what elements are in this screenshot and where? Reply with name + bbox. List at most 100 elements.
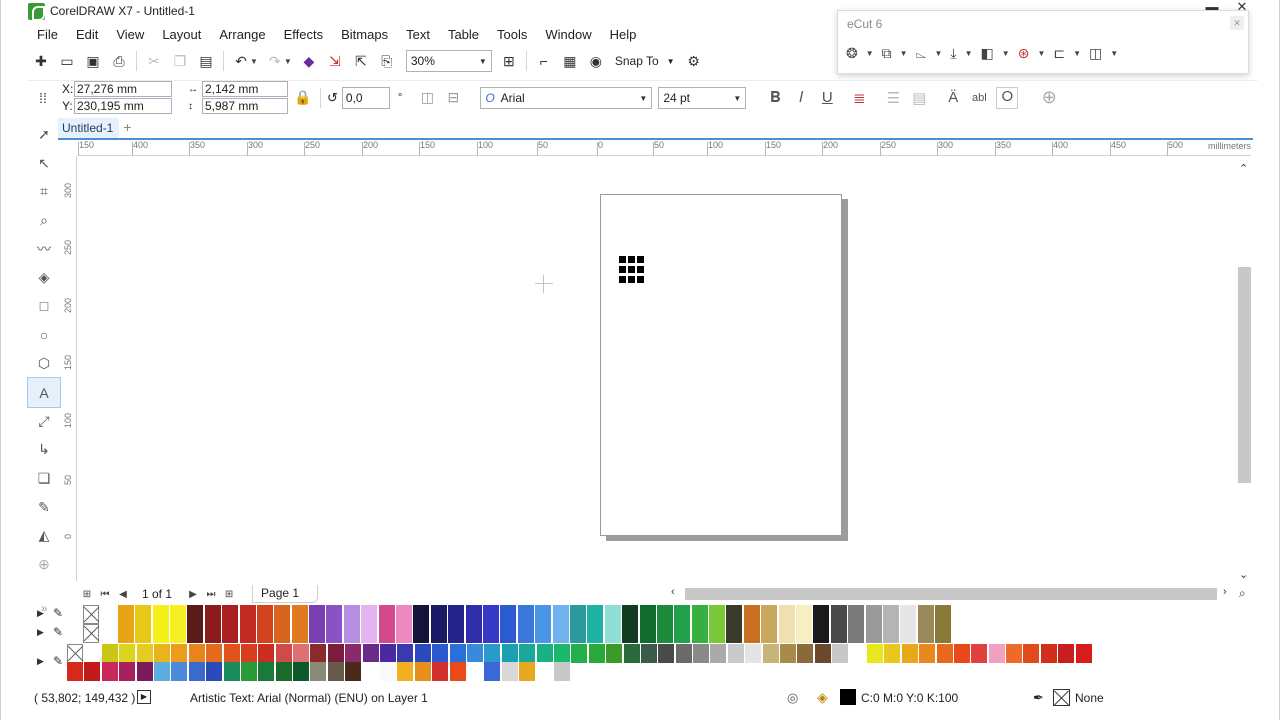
color-swatch[interactable] <box>484 662 501 681</box>
color-swatch[interactable] <box>1058 644 1075 663</box>
color-swatch[interactable] <box>239 605 256 624</box>
eyedropper-tool-icon[interactable]: ✎ <box>28 493 60 522</box>
color-swatch[interactable] <box>640 644 657 663</box>
color-swatch[interactable] <box>848 624 865 643</box>
color-swatch[interactable] <box>188 662 205 681</box>
color-swatch[interactable] <box>813 605 830 624</box>
options-icon[interactable]: ⚙ <box>681 49 707 73</box>
color-swatch[interactable] <box>309 624 326 643</box>
color-swatch[interactable] <box>100 605 117 624</box>
color-swatch[interactable] <box>780 644 797 663</box>
cut-icon[interactable]: ✂ <box>141 49 167 73</box>
color-swatch[interactable] <box>169 624 186 643</box>
color-swatch[interactable] <box>622 624 639 643</box>
opentype-features-icon[interactable]: O <box>996 86 1019 109</box>
no-color-swatch[interactable] <box>83 624 99 643</box>
color-swatch[interactable] <box>535 624 552 643</box>
color-swatch[interactable] <box>153 644 170 663</box>
color-swatch[interactable] <box>726 605 743 624</box>
color-swatch[interactable] <box>465 624 482 643</box>
color-swatch[interactable] <box>971 644 988 663</box>
color-swatch[interactable] <box>413 624 430 643</box>
color-swatch[interactable] <box>222 624 239 643</box>
color-swatch[interactable] <box>206 662 223 681</box>
color-swatch[interactable] <box>430 624 447 643</box>
snap-to-button[interactable]: Snap To ▼ <box>609 54 681 68</box>
color-swatch[interactable] <box>432 644 449 663</box>
show-guidelines-icon[interactable]: ◉ <box>583 49 609 73</box>
color-swatch[interactable] <box>604 624 621 643</box>
color-swatch[interactable] <box>936 644 953 663</box>
play-icon[interactable]: ▶ <box>137 690 151 704</box>
color-swatch[interactable] <box>917 624 934 643</box>
color-swatch[interactable] <box>380 662 397 681</box>
color-swatch[interactable] <box>674 605 691 624</box>
redo-dropdown-icon[interactable]: ▼ <box>284 57 292 66</box>
color-swatch[interactable] <box>762 644 779 663</box>
color-swatch[interactable] <box>256 605 273 624</box>
color-swatch[interactable] <box>675 644 692 663</box>
add-tab-icon[interactable]: + <box>123 118 139 138</box>
color-swatch[interactable] <box>832 644 849 663</box>
color-swatch[interactable] <box>67 662 83 681</box>
add-icon[interactable]: ⊕ <box>1036 87 1062 108</box>
color-swatch[interactable] <box>171 644 188 663</box>
color-swatch[interactable] <box>569 624 586 643</box>
add-page-before-icon[interactable]: ⊞ <box>78 589 96 600</box>
color-swatch[interactable] <box>745 644 762 663</box>
color-swatch[interactable] <box>1023 644 1040 663</box>
color-swatch[interactable] <box>901 644 918 663</box>
color-swatch[interactable] <box>223 662 240 681</box>
menu-effects[interactable]: Effects <box>275 25 333 45</box>
scroll-right-icon[interactable]: › <box>1223 586 1227 598</box>
color-swatch[interactable] <box>223 644 240 663</box>
color-swatch[interactable] <box>326 624 343 643</box>
ecut-tool-2[interactable]: ⧉ ▼ <box>882 45 908 62</box>
color-swatch[interactable] <box>658 644 675 663</box>
menu-table[interactable]: Table <box>439 25 488 45</box>
color-swatch[interactable] <box>449 662 466 681</box>
ecut-tool-4[interactable]: ⤓ ▼ <box>950 45 972 62</box>
ecut-tool-7[interactable]: ⊏ ▼ <box>1053 45 1081 62</box>
color-swatch[interactable] <box>500 624 517 643</box>
color-swatch[interactable] <box>309 605 326 624</box>
color-swatch[interactable] <box>935 624 952 643</box>
color-swatch[interactable] <box>604 605 621 624</box>
fill-color-swatch[interactable] <box>840 689 856 705</box>
ecut-tool-8[interactable]: ◫ ▼ <box>1089 45 1118 62</box>
color-swatch[interactable] <box>501 662 518 681</box>
connector-tool-icon[interactable]: ↳ <box>28 436 60 465</box>
color-swatch[interactable] <box>882 605 899 624</box>
color-swatch[interactable] <box>345 662 362 681</box>
ecut-tool-5[interactable]: ◧ ▼ <box>981 45 1010 62</box>
parallel-dimension-tool-icon[interactable]: ⤢ <box>28 407 60 436</box>
ecut-tool-1[interactable]: ❂ ▼ <box>846 45 874 62</box>
color-swatch[interactable] <box>152 624 169 643</box>
color-swatch[interactable] <box>275 662 292 681</box>
color-swatch[interactable] <box>222 605 239 624</box>
add-tool-icon[interactable]: ⊕ <box>28 550 60 579</box>
mirror-vertical-icon[interactable]: ⊟ <box>440 86 466 110</box>
color-swatch[interactable] <box>743 605 760 624</box>
color-swatch[interactable] <box>361 624 378 643</box>
color-swatch[interactable] <box>117 624 134 643</box>
color-swatch[interactable] <box>796 624 813 643</box>
color-swatch[interactable] <box>1006 644 1023 663</box>
zoom-navigator-icon[interactable]: ⌕ <box>1239 586 1246 601</box>
show-rulers-icon[interactable]: ⌐ <box>531 49 557 73</box>
color-swatch[interactable] <box>953 644 970 663</box>
text-align-icon[interactable]: ≣ <box>846 89 872 107</box>
color-swatch[interactable] <box>275 644 292 663</box>
menu-edit[interactable]: Edit <box>67 25 107 45</box>
color-swatch[interactable] <box>710 644 727 663</box>
color-swatch[interactable] <box>171 662 188 681</box>
page-tab-1[interactable]: Page 1 <box>252 585 319 603</box>
ecut-tool-6[interactable]: ⊛ ▼ <box>1018 45 1046 62</box>
eyedropper-icon[interactable]: ✎ <box>53 606 63 620</box>
color-swatch[interactable] <box>293 644 310 663</box>
color-swatch[interactable] <box>606 644 623 663</box>
last-page-icon[interactable]: ⏭ <box>202 589 220 600</box>
color-swatch[interactable] <box>778 605 795 624</box>
color-swatch[interactable] <box>413 605 430 624</box>
palette-scroll-icon[interactable]: ▶ <box>37 627 44 638</box>
